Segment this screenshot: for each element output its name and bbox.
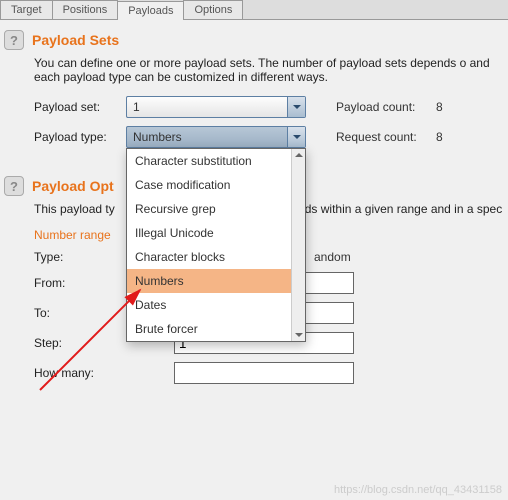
payload-sets-desc: You can define one or more payload sets.… — [34, 56, 504, 84]
chevron-down-icon[interactable] — [287, 127, 305, 147]
payload-count-value: 8 — [436, 100, 443, 114]
option-recursive-grep[interactable]: Recursive grep — [127, 197, 305, 221]
option-numbers[interactable]: Numbers — [127, 269, 305, 293]
howmany-label: How many: — [34, 366, 174, 380]
payload-type-dropdown: Character substitution Case modification… — [126, 148, 306, 342]
tab-options[interactable]: Options — [183, 0, 243, 19]
tab-bar: Target Positions Payloads Options — [0, 0, 508, 20]
scrollbar[interactable] — [291, 149, 305, 341]
payload-type-select[interactable]: Numbers — [126, 126, 306, 148]
tab-payloads[interactable]: Payloads — [117, 1, 184, 20]
howmany-input[interactable] — [174, 362, 354, 384]
help-icon[interactable]: ? — [4, 30, 24, 50]
payload-set-select[interactable]: 1 — [126, 96, 306, 118]
option-char-substitution[interactable]: Character substitution — [127, 149, 305, 173]
payload-sets-section: ? Payload Sets You can define one or mor… — [4, 30, 504, 148]
payload-set-label: Payload set: — [34, 100, 126, 114]
type-radio-random[interactable]: andom — [314, 250, 351, 264]
payload-type-value: Numbers — [133, 130, 182, 144]
request-count-value: 8 — [436, 130, 443, 144]
option-dates[interactable]: Dates — [127, 293, 305, 317]
payload-set-value: 1 — [133, 100, 140, 114]
help-icon[interactable]: ? — [4, 176, 24, 196]
option-brute-forcer[interactable]: Brute forcer — [127, 317, 305, 341]
chevron-down-icon[interactable] — [287, 97, 305, 117]
payload-count-label: Payload count: — [336, 100, 436, 114]
watermark: https://blog.csdn.net/qq_43431158 — [334, 484, 502, 496]
option-case-modification[interactable]: Case modification — [127, 173, 305, 197]
tab-positions[interactable]: Positions — [52, 0, 119, 19]
payload-options-title: Payload Opt — [32, 178, 114, 194]
option-character-blocks[interactable]: Character blocks — [127, 245, 305, 269]
payload-type-label: Payload type: — [34, 130, 126, 144]
tab-target[interactable]: Target — [0, 0, 53, 19]
request-count-label: Request count: — [336, 130, 436, 144]
payload-sets-title: Payload Sets — [32, 32, 119, 48]
option-illegal-unicode[interactable]: Illegal Unicode — [127, 221, 305, 245]
